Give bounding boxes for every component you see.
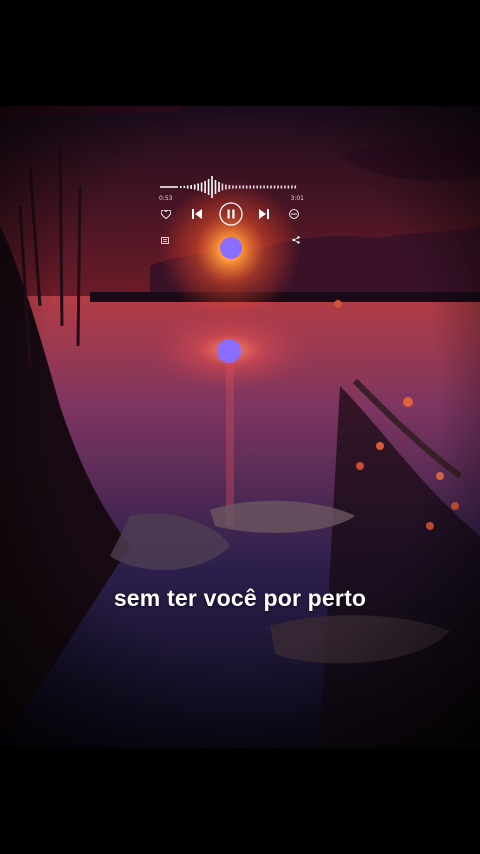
secondary-controls xyxy=(156,234,306,246)
waveform-bar xyxy=(186,185,189,189)
waveform-bar xyxy=(183,186,186,188)
waveform-bar xyxy=(214,180,217,194)
waveform-bar xyxy=(232,185,234,189)
waveform-bar xyxy=(235,185,238,189)
waveform-bar xyxy=(259,185,262,189)
waveform-bar xyxy=(211,176,213,198)
waveform-bar xyxy=(225,184,227,190)
waveform-bar xyxy=(270,185,272,189)
waveform-bar xyxy=(204,181,206,193)
pause-button[interactable] xyxy=(218,202,244,226)
waveform-bar xyxy=(263,185,265,189)
waveform-bar xyxy=(200,182,203,192)
elapsed-time: 0:53 xyxy=(159,195,173,202)
waveform-bar xyxy=(277,185,279,189)
pause-icon xyxy=(219,202,243,226)
waveform-bar xyxy=(207,179,210,195)
next-icon[interactable] xyxy=(256,203,272,225)
waveform-bar xyxy=(249,185,251,189)
waveform-bar xyxy=(284,185,286,189)
waveform-bar xyxy=(287,185,290,189)
waveform-bar xyxy=(197,183,199,191)
waveform-bar xyxy=(280,185,283,189)
waveform-bar xyxy=(294,185,297,189)
waveform-bar xyxy=(239,185,241,189)
playback-controls xyxy=(156,202,306,226)
music-player-widget: 0:53 3:01 xyxy=(156,172,306,250)
waveform-bar xyxy=(228,185,231,189)
previous-icon[interactable] xyxy=(189,203,205,225)
waveform-bar xyxy=(190,185,192,189)
more-icon[interactable] xyxy=(286,203,302,225)
waveform-bar xyxy=(221,183,224,191)
waveform-bar xyxy=(242,185,245,189)
waveform-bar xyxy=(252,185,255,189)
waveform-bar xyxy=(291,185,293,189)
playlist-icon[interactable] xyxy=(159,234,171,246)
total-duration: 3:01 xyxy=(290,195,304,202)
waveform-bar xyxy=(193,184,196,190)
waveform-bar xyxy=(180,186,182,188)
waveform-bar xyxy=(273,185,276,189)
waveform-bar xyxy=(256,185,258,189)
waveform-bar xyxy=(266,185,269,189)
lyric-caption: sem ter você por perto xyxy=(113,585,367,611)
heart-icon[interactable] xyxy=(158,203,174,225)
waveform-bar xyxy=(218,182,220,192)
waveform-bar xyxy=(245,185,248,189)
audio-waveform-progress[interactable] xyxy=(160,174,300,200)
share-icon[interactable] xyxy=(290,234,302,246)
